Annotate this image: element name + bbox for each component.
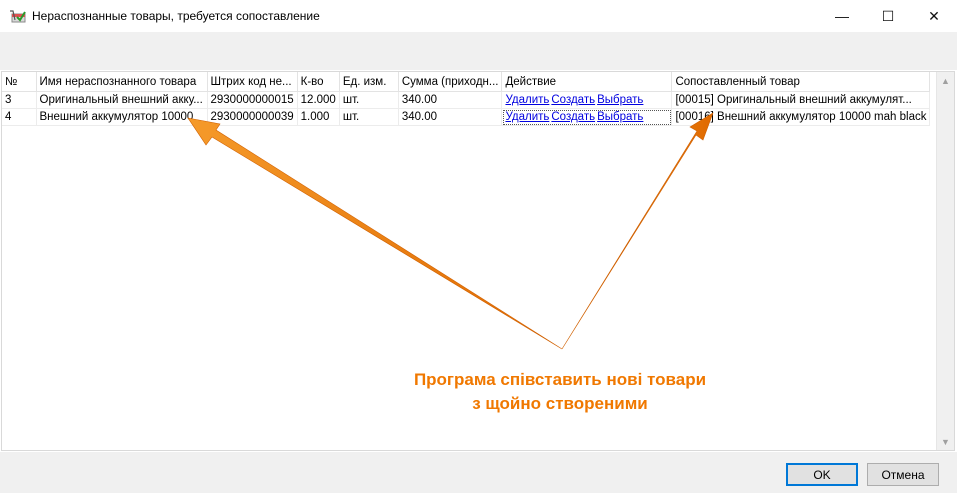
action-cell: Удалить Создать Выбрать <box>501 91 673 109</box>
item-name: Оригинальный внешний акку... <box>36 91 208 109</box>
minimize-button[interactable]: — <box>819 0 865 32</box>
annotation-line-1: Програма співставить нові товари <box>413 370 707 389</box>
item-quantity: 1.000 <box>297 108 340 126</box>
create-link[interactable]: Создать <box>551 94 595 106</box>
column-header-barcode[interactable]: Штрих код не... <box>207 72 298 92</box>
action-cell: Удалить Создать Выбрать <box>501 108 673 126</box>
column-header-action[interactable]: Действие <box>501 72 673 92</box>
matched-item: [00016] Внешний аккумулятор 10000 mah bl… <box>671 108 931 126</box>
item-quantity: 12.000 <box>297 91 340 109</box>
row-number: 4 <box>2 108 37 126</box>
item-barcode: 2930000000039 <box>207 108 298 126</box>
select-link[interactable]: Выбрать <box>597 111 643 123</box>
column-header-sum[interactable]: Сумма (приходн... <box>398 72 503 92</box>
annotation-text: Програма співставить нові товари з щойно… <box>380 368 740 416</box>
close-button[interactable]: ✕ <box>911 0 957 32</box>
delete-link[interactable]: Удалить <box>505 111 549 123</box>
cart-icon <box>10 10 26 23</box>
column-header-name[interactable]: Имя нераспознанного товара <box>36 72 208 92</box>
item-unit: шт. <box>339 91 399 109</box>
column-header-number[interactable]: № <box>2 72 37 92</box>
item-unit: шт. <box>339 108 399 126</box>
vertical-scrollbar[interactable]: ▲ ▼ <box>936 72 954 450</box>
item-sum: 340.00 <box>398 91 503 109</box>
table-row[interactable]: 4 Внешний аккумулятор 10000 293000000003… <box>2 108 931 126</box>
ok-button[interactable]: OK <box>786 463 858 486</box>
column-header-quantity[interactable]: К-во <box>297 72 340 92</box>
maximize-button[interactable]: ☐ <box>865 0 911 32</box>
select-link[interactable]: Выбрать <box>597 94 643 106</box>
item-name: Внешний аккумулятор 10000 <box>36 108 208 126</box>
cancel-button[interactable]: Отмена <box>867 463 939 486</box>
item-sum: 340.00 <box>398 108 503 126</box>
item-barcode: 2930000000015 <box>207 91 298 109</box>
matched-item: [00015] Оригинальный внешний аккумулят..… <box>671 91 931 109</box>
scroll-down-icon[interactable]: ▼ <box>937 433 954 450</box>
create-link[interactable]: Создать <box>551 111 595 123</box>
delete-link[interactable]: Удалить <box>505 94 549 106</box>
scroll-up-icon[interactable]: ▲ <box>937 72 954 89</box>
row-number: 3 <box>2 91 37 109</box>
annotation-line-2: з щойно створеними <box>472 394 648 413</box>
window-title: Нераспознанные товары, требуется сопоста… <box>32 9 320 23</box>
title-bar: Нераспознанные товары, требуется сопоста… <box>0 0 957 32</box>
header-row: № Имя нераспознанного товара Штрих код н… <box>2 72 931 92</box>
toolbar-area <box>0 32 957 70</box>
items-table: № Имя нераспознанного товара Штрих код н… <box>2 72 931 126</box>
column-header-unit[interactable]: Ед. изм. <box>339 72 399 92</box>
column-header-matched-item[interactable]: Сопоставленный товар <box>671 72 931 92</box>
table-row[interactable]: 3 Оригинальный внешний акку... 293000000… <box>2 91 931 109</box>
